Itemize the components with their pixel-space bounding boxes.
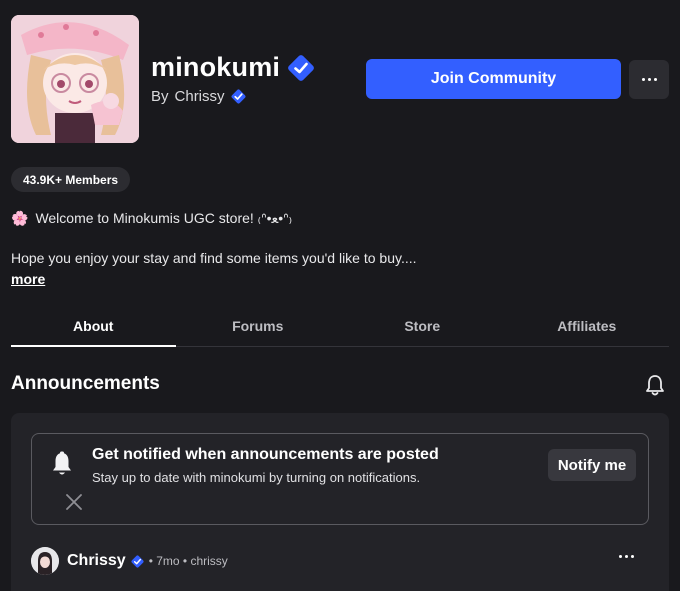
community-description: Hope you enjoy your stay and find some i… bbox=[11, 250, 417, 266]
tab-about[interactable]: About bbox=[11, 305, 176, 347]
tab-store[interactable]: Store bbox=[340, 305, 505, 346]
community-name: minokumi bbox=[151, 52, 281, 82]
tab-affiliates[interactable]: Affiliates bbox=[505, 305, 670, 346]
verified-badge-icon bbox=[231, 89, 245, 104]
post-meta: • 7mo • chrissy bbox=[148, 554, 228, 568]
community-tabs: About Forums Store Affiliates bbox=[11, 305, 669, 347]
notify-heading: Get notified when announcements are post… bbox=[92, 446, 439, 463]
flower-icon: 🌸 bbox=[11, 210, 29, 226]
bell-icon bbox=[53, 451, 71, 475]
byline-prefix: By bbox=[151, 88, 169, 105]
verified-badge-icon bbox=[288, 54, 315, 81]
close-icon[interactable] bbox=[64, 492, 84, 512]
members-badge: 43.9K+ Members bbox=[11, 167, 131, 192]
verified-badge-icon bbox=[131, 554, 144, 568]
community-avatar bbox=[11, 15, 139, 143]
avatar[interactable] bbox=[31, 547, 59, 575]
welcome-text: Welcome to Minokumis UGC store! ₍ᐢ•ﻌ•ᐢ₎ bbox=[35, 210, 293, 226]
welcome-line: 🌸 Welcome to Minokumis UGC store! ₍ᐢ•ﻌ•ᐢ… bbox=[11, 210, 292, 227]
bell-icon[interactable] bbox=[643, 373, 667, 397]
notify-me-button[interactable]: Notify me bbox=[548, 449, 636, 481]
notify-subtext: Stay up to date with minokumi by turning… bbox=[92, 470, 421, 485]
post-options-button[interactable] bbox=[619, 555, 634, 558]
tab-forums[interactable]: Forums bbox=[176, 305, 341, 346]
announcements-heading: Announcements bbox=[11, 373, 160, 394]
owner-byline: By Chrissy bbox=[151, 88, 246, 105]
owner-name-link[interactable]: Chrissy bbox=[175, 88, 225, 105]
more-link[interactable]: more bbox=[11, 271, 45, 287]
join-community-button[interactable]: Join Community bbox=[366, 59, 621, 99]
more-options-button[interactable] bbox=[629, 60, 669, 99]
post-author-name[interactable]: Chrissy bbox=[67, 552, 126, 570]
post-author: Chrissy • 7mo • chrissy bbox=[67, 552, 228, 570]
